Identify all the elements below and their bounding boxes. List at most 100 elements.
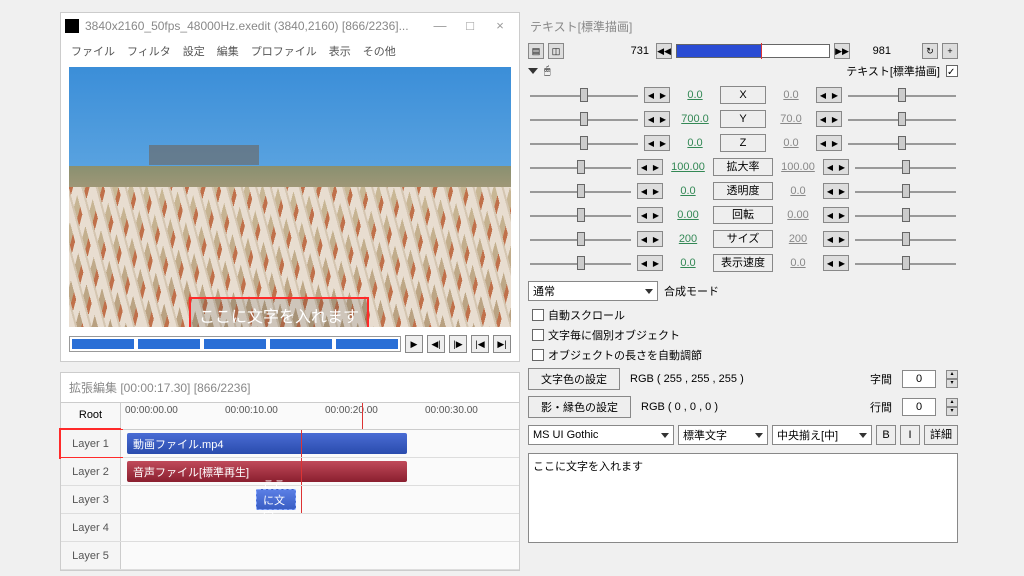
- param-slider-right[interactable]: [853, 232, 958, 246]
- collapse-icon[interactable]: [528, 68, 538, 74]
- spacing-input[interactable]: 0: [902, 370, 936, 388]
- param-spin-left[interactable]: ◀▶: [644, 87, 670, 103]
- param-name-button[interactable]: 回転: [713, 206, 773, 224]
- param-value-right[interactable]: 200: [777, 233, 819, 245]
- reload-icon[interactable]: ↻: [922, 43, 938, 59]
- layer-track[interactable]: [121, 514, 519, 541]
- close-button[interactable]: ×: [485, 13, 515, 39]
- minimize-button[interactable]: —: [425, 13, 455, 39]
- param-slider-left[interactable]: [528, 136, 640, 150]
- param-spin-right[interactable]: ◀▶: [823, 183, 849, 199]
- param-slider-right[interactable]: [853, 256, 958, 270]
- layer-track[interactable]: 音声ファイル[標準再生]: [121, 458, 519, 485]
- param-value-right[interactable]: 0.0: [777, 185, 819, 197]
- auto-length-checkbox[interactable]: [532, 349, 544, 361]
- maximize-button[interactable]: □: [455, 13, 485, 39]
- param-name-button[interactable]: X: [720, 86, 766, 104]
- weight-select[interactable]: 標準文字: [678, 425, 768, 445]
- param-spin-left[interactable]: ◀▶: [637, 207, 663, 223]
- menu-filter[interactable]: フィルタ: [127, 43, 171, 59]
- menu-file[interactable]: ファイル: [71, 43, 115, 59]
- layer-track[interactable]: 動画ファイル.mp4: [121, 430, 519, 457]
- timeline-clip[interactable]: 動画ファイル.mp4: [127, 433, 407, 454]
- step-fwd-button[interactable]: |▶: [449, 335, 467, 353]
- param-value-left[interactable]: 100.00: [667, 161, 709, 173]
- param-name-button[interactable]: Y: [720, 110, 766, 128]
- param-spin-right[interactable]: ◀▶: [816, 135, 842, 151]
- line-spinner[interactable]: ▴▾: [946, 398, 958, 416]
- per-char-checkbox[interactable]: [532, 329, 544, 341]
- layer-label[interactable]: Layer 5: [61, 542, 121, 569]
- shadow-color-button[interactable]: 影・縁色の設定: [528, 396, 631, 418]
- step-back-button[interactable]: ◀|: [427, 335, 445, 353]
- param-value-left[interactable]: 200: [667, 233, 709, 245]
- param-spin-right[interactable]: ◀▶: [823, 207, 849, 223]
- jump-end-button[interactable]: ▶|: [493, 335, 511, 353]
- layer-label[interactable]: Layer 3: [61, 486, 121, 513]
- param-value-left[interactable]: 0.0: [674, 137, 716, 149]
- menu-profile[interactable]: プロファイル: [251, 43, 317, 59]
- layer-label[interactable]: Layer 1: [61, 430, 121, 457]
- italic-button[interactable]: I: [900, 425, 920, 445]
- param-value-right[interactable]: 0.0: [770, 137, 812, 149]
- param-spin-right[interactable]: ◀▶: [823, 255, 849, 271]
- param-value-left[interactable]: 0.0: [667, 185, 709, 197]
- loop-icon[interactable]: ◫: [548, 43, 564, 59]
- layer-label[interactable]: Layer 2: [61, 458, 121, 485]
- param-name-button[interactable]: Z: [720, 134, 766, 152]
- text-color-button[interactable]: 文字色の設定: [528, 368, 620, 390]
- param-name-button[interactable]: サイズ: [713, 230, 773, 248]
- param-slider-left[interactable]: [528, 160, 633, 174]
- param-spin-left[interactable]: ◀▶: [637, 183, 663, 199]
- menu-view[interactable]: 表示: [329, 43, 351, 59]
- frame-range[interactable]: [676, 44, 830, 58]
- video-preview[interactable]: ここに文字を入れます: [69, 67, 511, 327]
- param-spin-left[interactable]: ◀▶: [637, 159, 663, 175]
- param-slider-right[interactable]: [853, 208, 958, 222]
- param-spin-right[interactable]: ◀▶: [823, 231, 849, 247]
- param-slider-left[interactable]: [528, 232, 633, 246]
- param-slider-left[interactable]: [528, 256, 633, 270]
- text-input[interactable]: ここに文字を入れます: [528, 453, 958, 543]
- param-value-left[interactable]: 0.0: [667, 257, 709, 269]
- effect-enabled-checkbox[interactable]: [946, 65, 958, 77]
- titlebar[interactable]: 3840x2160_50fps_48000Hz.exedit (3840,216…: [61, 13, 519, 39]
- param-value-left[interactable]: 700.0: [674, 113, 716, 125]
- timeline-ruler[interactable]: 00:00:00.00 00:00:10.00 00:00:20.00 00:0…: [121, 403, 519, 429]
- param-value-right[interactable]: 0.0: [777, 257, 819, 269]
- line-input[interactable]: 0: [902, 398, 936, 416]
- param-value-left[interactable]: 0.00: [667, 209, 709, 221]
- layer-track[interactable]: ここに文字: [121, 486, 519, 513]
- add-filter-icon[interactable]: +: [942, 43, 958, 59]
- seek-bar[interactable]: [69, 336, 401, 352]
- root-button[interactable]: Root: [61, 403, 121, 429]
- blend-mode-select[interactable]: 通常: [528, 281, 658, 301]
- param-spin-right[interactable]: ◀▶: [823, 159, 849, 175]
- param-name-button[interactable]: 透明度: [713, 182, 773, 200]
- param-value-left[interactable]: 0.0: [674, 89, 716, 101]
- param-value-right[interactable]: 0.0: [770, 89, 812, 101]
- timeline-clip[interactable]: ここに文字: [256, 489, 296, 510]
- menu-other[interactable]: その他: [363, 43, 396, 59]
- spacing-spinner[interactable]: ▴▾: [946, 370, 958, 388]
- param-value-right[interactable]: 70.0: [770, 113, 812, 125]
- seek-prev-icon[interactable]: ◀◀: [656, 43, 672, 59]
- param-spin-left[interactable]: ◀▶: [644, 111, 670, 127]
- param-slider-left[interactable]: [528, 88, 640, 102]
- menu-edit[interactable]: 編集: [217, 43, 239, 59]
- param-value-right[interactable]: 100.00: [777, 161, 819, 173]
- param-slider-right[interactable]: [846, 112, 958, 126]
- detail-button[interactable]: 詳細: [924, 425, 958, 445]
- param-value-right[interactable]: 0.00: [777, 209, 819, 221]
- menu-settings[interactable]: 設定: [183, 43, 205, 59]
- jump-start-button[interactable]: |◀: [471, 335, 489, 353]
- filter-icon[interactable]: ▤: [528, 43, 544, 59]
- play-button[interactable]: ▶: [405, 335, 423, 353]
- font-select[interactable]: MS UI Gothic: [528, 425, 674, 445]
- param-spin-left[interactable]: ◀▶: [637, 231, 663, 247]
- bold-button[interactable]: B: [876, 425, 896, 445]
- param-name-button[interactable]: 表示速度: [713, 254, 773, 272]
- layer-label[interactable]: Layer 4: [61, 514, 121, 541]
- param-slider-left[interactable]: [528, 112, 640, 126]
- seek-next-icon[interactable]: ▶▶: [834, 43, 850, 59]
